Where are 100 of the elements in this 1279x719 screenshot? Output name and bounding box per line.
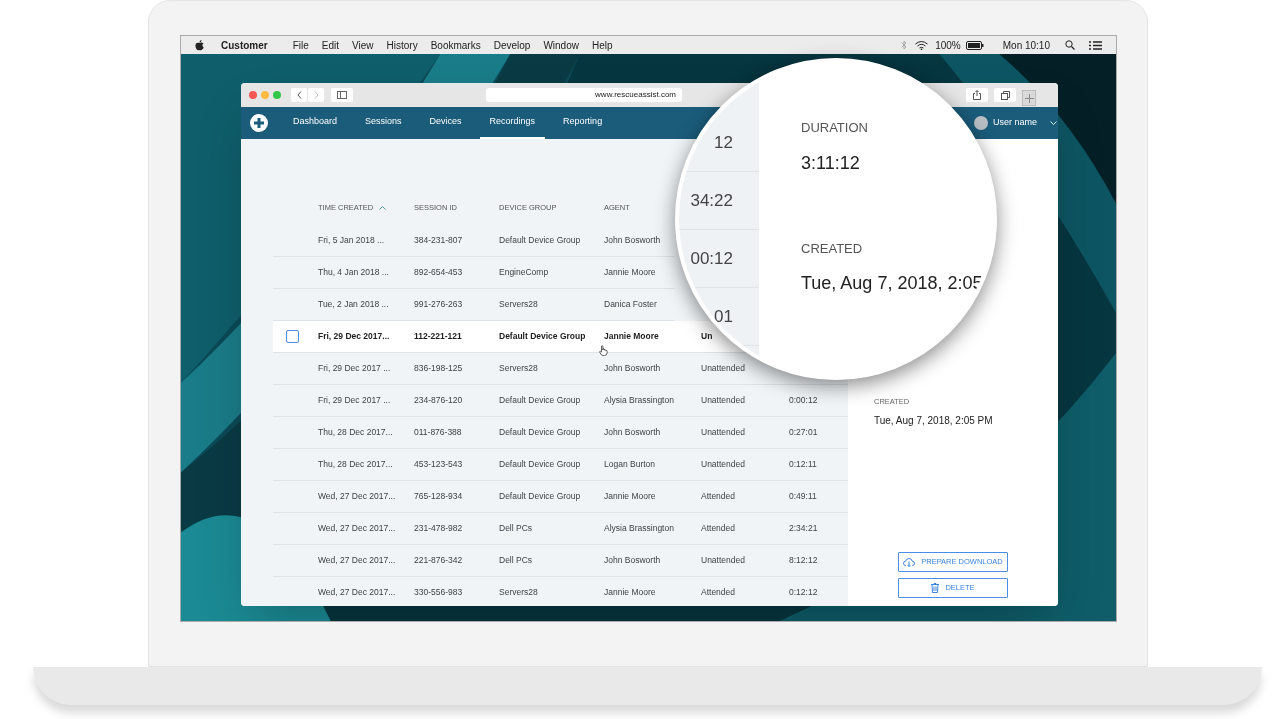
clock: Mon 10:10 [1002, 38, 1050, 53]
table-cell: John Bosworth [604, 363, 661, 374]
menu-item[interactable]: Edit [321, 37, 340, 53]
close-window-button[interactable] [249, 91, 257, 99]
table-cell: 112-221-121 [414, 331, 462, 342]
avatar-icon [974, 116, 988, 130]
menu-item[interactable]: Window [543, 37, 579, 53]
table-cell: Default Device Group [499, 235, 581, 246]
table-cell: Attended [701, 587, 736, 598]
menu-item[interactable]: Bookmarks [430, 37, 481, 53]
table-cell: 330-556-983 [414, 587, 463, 598]
new-tab-button[interactable] [1022, 90, 1036, 106]
table-row[interactable]: Wed, 27 Dec 2017... 221-876-342 Dell PCs John Bosworth Unattended 8:12:12 [273, 545, 848, 577]
table-cell: 0:00:12 [789, 395, 818, 406]
app-menu[interactable]: Customer [221, 37, 268, 53]
table-cell: 2:34:21 [789, 523, 818, 534]
table-row[interactable]: Wed, 27 Dec 2017... 765-128-934 Default Device Group Jannie Moore Attended 0:49:11 [273, 481, 848, 513]
table-cell: Unattended [701, 395, 745, 406]
address-bar[interactable]: www.rescueassist.com [486, 88, 682, 102]
cloud-download-icon [903, 557, 916, 567]
menu-item[interactable]: File [292, 37, 309, 53]
table-cell: John Bosworth [604, 235, 661, 246]
table-cell: Jannie Moore [604, 491, 656, 502]
table-row[interactable]: Thu, 28 Dec 2017... 011-876-388 Default Device Group John Bosworth Unattended 0:27:01 [273, 417, 848, 449]
wifi-icon[interactable] [915, 40, 929, 50]
apple-icon[interactable] [195, 39, 204, 51]
table-cell: Fri, 29 Dec 2017 ... [318, 395, 391, 406]
nav-tab[interactable]: Reporting [553, 107, 613, 139]
table-cell: 0:27:01 [789, 427, 818, 438]
sort-up-icon[interactable] [379, 205, 387, 210]
battery-icon[interactable] [965, 40, 984, 50]
table-cell: Attended [701, 491, 736, 502]
table-cell: 221-876-342 [414, 555, 463, 566]
table-cell: Jannie Moore [604, 267, 656, 278]
menu-item[interactable]: History [386, 37, 418, 53]
table-cell: Servers28 [499, 363, 538, 374]
field-value: Tue, Aug 7, 2018, 2:05 PM [874, 414, 994, 429]
table-cell: Default Device Group [499, 459, 581, 470]
table-cell: 0:49:11 [789, 491, 817, 502]
table-cell: 453-123-543 [414, 459, 463, 470]
sidebar-icon [337, 91, 347, 99]
table-cell: Wed, 27 Dec 2017... [318, 491, 396, 502]
table-cell: Thu, 28 Dec 2017... [318, 427, 393, 438]
table-cell: 0:12:11 [789, 459, 817, 470]
plus-logo-icon [250, 114, 268, 132]
url-text: www.rescueassist.com [595, 89, 676, 101]
table-cell: Un [701, 331, 713, 342]
table-cell: EngineComp [499, 267, 549, 278]
table-row[interactable]: Thu, 28 Dec 2017... 453-123-543 Default Device Group Logan Burton Unattended 0:12:11 [273, 449, 848, 481]
nav-tab[interactable]: Dashboard [283, 107, 348, 139]
magnified-field-value: 3:11:12 [801, 151, 860, 175]
table-cell: Alysia Brassington [604, 395, 674, 406]
table-cell: Jannie Moore [604, 331, 659, 342]
table-row[interactable]: Fri, 29 Dec 2017 ... 234-876-120 Default Device Group Alysia Brassington Unattended 0:00:12 [273, 385, 848, 417]
table-cell: Tue, 2 Jan 2018 ... [318, 299, 389, 310]
bluetooth-icon[interactable] [901, 40, 908, 50]
menu-item[interactable]: Help [591, 37, 613, 53]
magnified-field-label: DURATION [801, 119, 868, 137]
sidebar-button[interactable] [331, 88, 353, 102]
table-cell: Unattended [701, 555, 745, 566]
checkbox[interactable] [286, 330, 299, 343]
nav-tab[interactable]: Sessions [355, 107, 412, 139]
table-cell: Attended [701, 523, 736, 534]
forward-icon [313, 91, 319, 99]
table-cell: Thu, 28 Dec 2017... [318, 459, 393, 470]
table-cell: Default Device Group [499, 427, 581, 438]
table-cell: Servers28 [499, 299, 538, 310]
table-cell: Default Device Group [499, 331, 586, 342]
table-cell: Unattended [701, 427, 745, 438]
table-cell: Danica Foster [604, 299, 657, 310]
table-cell: Logan Burton [604, 459, 656, 470]
share-button[interactable] [966, 88, 988, 102]
table-cell: Default Device Group [499, 491, 581, 502]
table-cell: 836-198-125 [414, 363, 463, 374]
user-menu[interactable]: User name [974, 116, 1057, 130]
table-row[interactable]: Wed, 27 Dec 2017... 231-478-982 Dell PCs Alysia Brassington Attended 2:34:21 [273, 513, 848, 545]
back-button[interactable] [291, 88, 307, 102]
trash-icon [931, 583, 940, 593]
zoom-window-button[interactable] [273, 91, 281, 99]
plus-icon [1024, 93, 1034, 103]
table-cell: Jannie Moore [604, 587, 656, 598]
table-cell: Unattended [701, 459, 745, 470]
search-icon[interactable] [1065, 40, 1075, 50]
battery-percentage: 100% [935, 38, 961, 53]
table-row[interactable]: Thu, 4 Jan 2018 ... 892-654-453 EngineComp Jannie Moore [273, 257, 675, 289]
table-cell: Fri, 29 Dec 2017 ... [318, 363, 391, 374]
hand-cursor-icon [599, 345, 608, 356]
magnified-table-cell-text: 12 [714, 131, 734, 154]
table-row[interactable]: Fri, 5 Jan 2018 ... 384-231-807 Default Device Group John Bosworth [273, 225, 675, 257]
table-cell: 011-876-388 [414, 427, 462, 438]
tabs-button[interactable] [994, 88, 1016, 102]
menu-item[interactable]: Develop [493, 37, 531, 53]
menu-item[interactable]: View [352, 37, 374, 53]
table-cell: Dell PCs [499, 555, 533, 566]
nav-tab[interactable]: Devices [419, 107, 472, 139]
table-cell: Default Device Group [499, 395, 581, 406]
table-cell: 765-128-934 [414, 491, 463, 502]
table-cell: Unattended [701, 363, 745, 374]
table-cell: John Bosworth [604, 555, 661, 566]
list-icon[interactable] [1089, 40, 1102, 50]
